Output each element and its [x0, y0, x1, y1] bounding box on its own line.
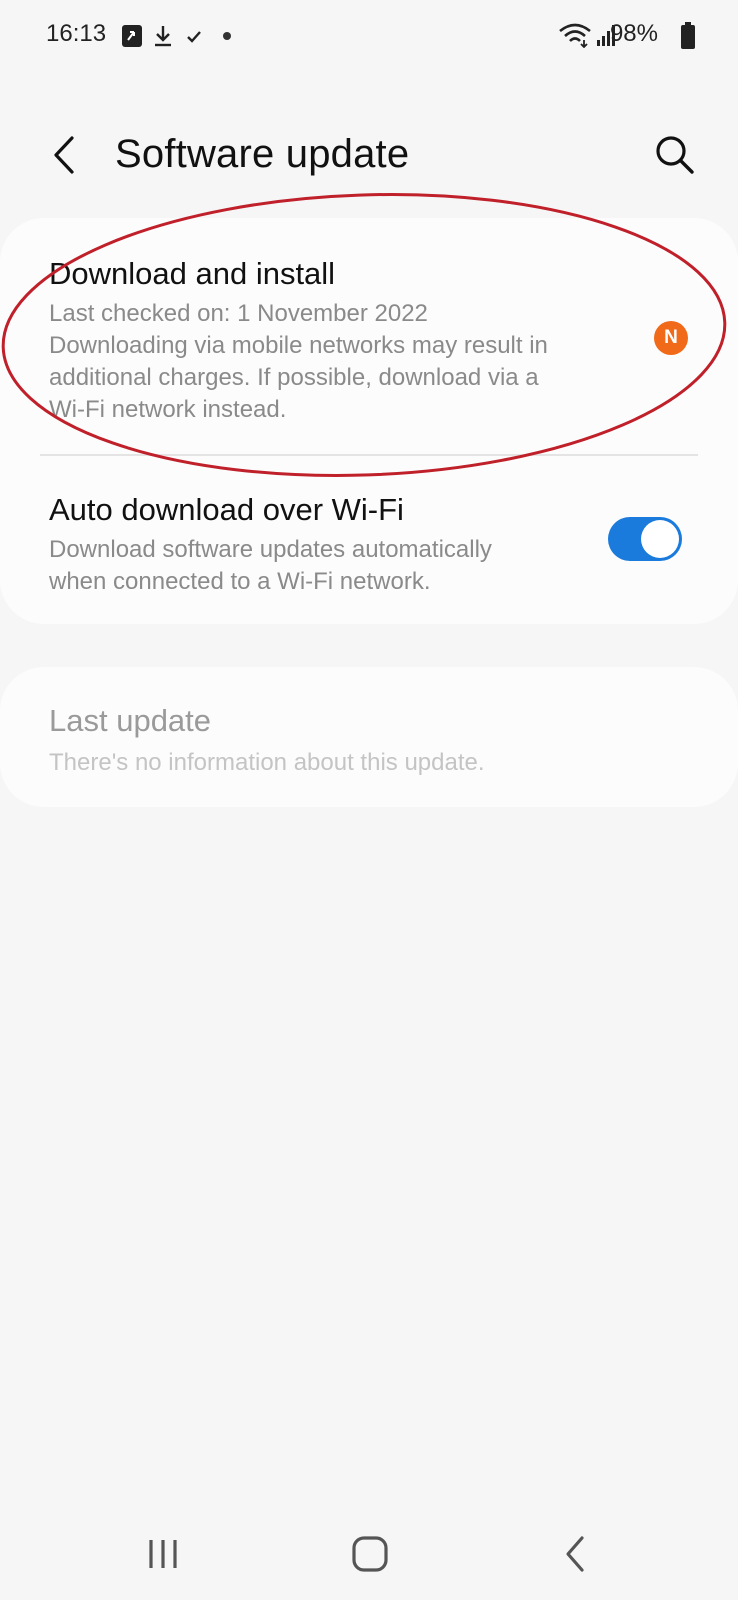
app-header: Software update: [0, 110, 738, 200]
download-install-title: Download and install: [49, 256, 336, 291]
sync-icon: [122, 25, 142, 47]
check-icon: [187, 31, 201, 43]
auto-download-toggle[interactable]: [608, 517, 682, 561]
last-checked-text: Last checked on: 1 November 2022: [49, 300, 428, 327]
auto-download-desc-line1: Download software updates automatically: [49, 536, 492, 563]
battery-icon: [681, 22, 695, 49]
nav-bar: [0, 1500, 738, 1600]
auto-download-desc-line2: when connected to a Wi-Fi network.: [49, 568, 431, 595]
back-icon[interactable]: [546, 1524, 606, 1584]
status-bar: 16:13 98%: [0, 0, 738, 70]
last-update-title: Last update: [49, 703, 212, 738]
last-update-card: Last update There's no information about…: [0, 667, 738, 807]
warning-text-line2: additional charges. If possible, downloa…: [49, 364, 539, 391]
page-title: Software update: [115, 132, 410, 176]
recents-icon[interactable]: [133, 1524, 193, 1584]
chevron-left-icon[interactable]: [40, 130, 90, 180]
last-update-desc: There's no information about this update…: [49, 749, 485, 776]
battery-percent: 98%: [609, 20, 658, 47]
toggle-knob: [641, 520, 679, 558]
status-time: 16:13: [46, 20, 107, 47]
wifi-icon: [559, 23, 591, 48]
auto-download-title: Auto download over Wi-Fi: [49, 492, 404, 527]
home-icon[interactable]: [340, 1524, 400, 1584]
new-badge: N: [654, 321, 688, 355]
dot-icon: [223, 32, 231, 40]
download-icon: [155, 26, 171, 47]
warning-text-line3: Wi-Fi network instead.: [49, 396, 287, 423]
warning-text-line1: Downloading via mobile networks may resu…: [49, 332, 548, 359]
download-install-row[interactable]: Download and install Last checked on: 1 …: [0, 218, 738, 454]
search-icon[interactable]: [652, 132, 698, 178]
